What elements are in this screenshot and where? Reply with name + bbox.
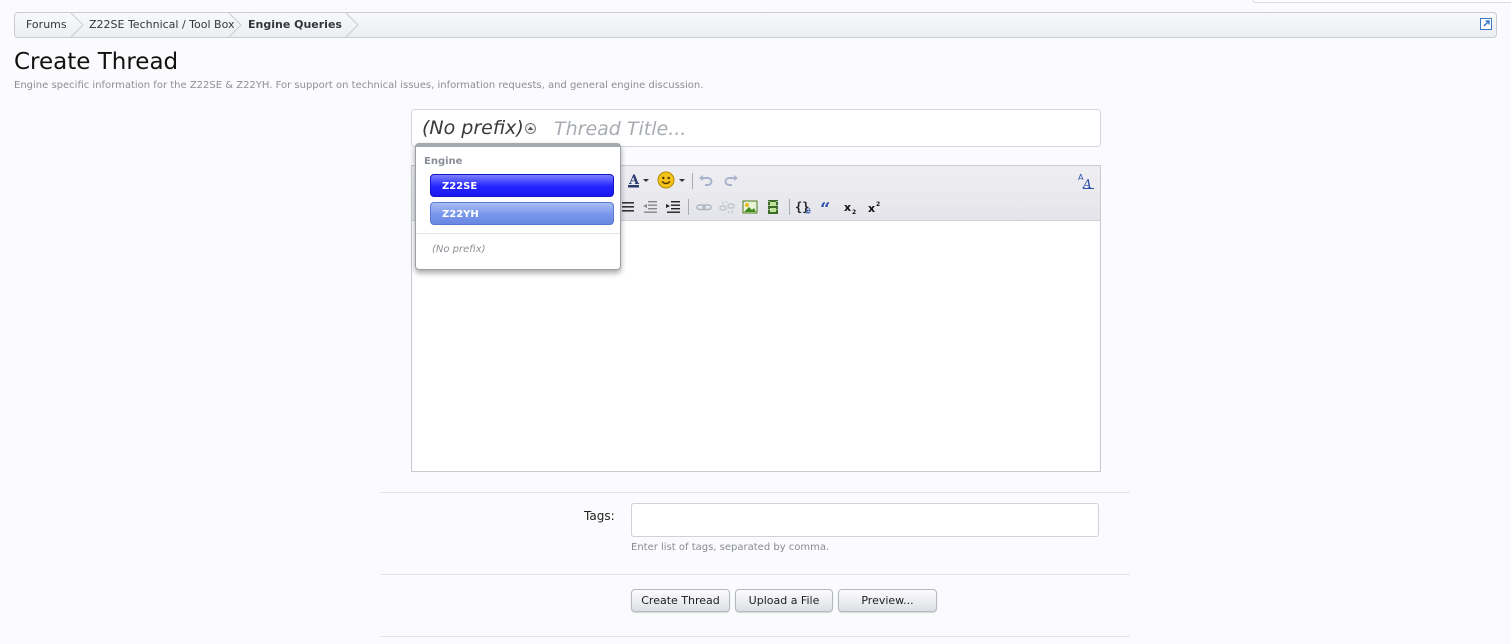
- page-description: Engine specific information for the Z22S…: [14, 80, 704, 91]
- prefix-selector[interactable]: (No prefix): [422, 117, 524, 139]
- tags-hint: Enter list of tags, separated by comma.: [631, 542, 830, 553]
- breadcrumb-separator: [346, 13, 359, 37]
- divider: [381, 636, 1130, 637]
- redo-icon[interactable]: [723, 172, 739, 188]
- tags-label: Tags:: [584, 509, 615, 523]
- prefix-option-z22se[interactable]: Z22SE: [430, 174, 614, 197]
- menu-group-label: Engine: [424, 156, 463, 167]
- preview-button[interactable]: Preview...: [838, 589, 937, 612]
- breadcrumb-z22se-technical[interactable]: Z22SE Technical / Tool Box: [89, 13, 234, 37]
- page-title: Create Thread: [14, 49, 179, 75]
- svg-text:“: “: [820, 199, 830, 215]
- svg-text:x: x: [844, 201, 851, 214]
- svg-text:2: 2: [852, 209, 856, 215]
- upload-file-button[interactable]: Upload a File: [735, 589, 833, 612]
- prefix-option-none[interactable]: (No prefix): [432, 244, 486, 255]
- chevron-down-icon[interactable]: [678, 172, 686, 188]
- link-icon[interactable]: [696, 199, 712, 215]
- tags-input[interactable]: [631, 503, 1099, 537]
- divider: [381, 574, 1130, 575]
- svg-text:x: x: [868, 202, 875, 215]
- breadcrumb-current[interactable]: Engine Queries: [248, 13, 342, 37]
- svg-text:#: #: [805, 207, 812, 215]
- prefix-menu: Engine Z22SE Z22YH (No prefix): [415, 143, 621, 270]
- breadcrumb-separator: [229, 13, 242, 37]
- breadcrumb-forums[interactable]: Forums: [26, 13, 67, 37]
- thread-title-box: (No prefix): [411, 109, 1101, 147]
- toolbar-separator: [688, 199, 689, 215]
- image-icon[interactable]: [742, 199, 758, 215]
- superscript-icon[interactable]: x 2: [867, 199, 883, 215]
- quote-icon[interactable]: “: [819, 199, 835, 215]
- indent-icon[interactable]: [665, 199, 681, 215]
- unlink-icon[interactable]: [719, 199, 735, 215]
- chevron-up-icon[interactable]: [525, 123, 536, 134]
- prefix-option-z22yh[interactable]: Z22YH: [430, 202, 614, 225]
- breadcrumb: Forums Z22SE Technical / Tool Box Engine…: [14, 12, 1497, 38]
- divider: [381, 492, 1130, 493]
- create-thread-button[interactable]: Create Thread: [631, 589, 730, 612]
- chevron-down-icon[interactable]: [642, 172, 650, 188]
- toolbar-separator: [789, 199, 790, 215]
- search-box-edge: [1252, 0, 1511, 3]
- subscript-icon[interactable]: x 2: [843, 199, 859, 215]
- media-icon[interactable]: [765, 199, 781, 215]
- toolbar-separator: [692, 173, 693, 189]
- svg-text:2: 2: [876, 201, 880, 208]
- font-color-icon[interactable]: A: [626, 172, 642, 188]
- smilie-icon[interactable]: [657, 171, 675, 189]
- toggle-editor-icon[interactable]: A A: [1077, 172, 1095, 190]
- undo-icon[interactable]: [698, 172, 714, 188]
- thread-title-input[interactable]: [552, 113, 1076, 145]
- outdent-icon[interactable]: [642, 199, 658, 215]
- menu-divider: [416, 233, 620, 234]
- list-icon[interactable]: [620, 199, 636, 215]
- code-icon[interactable]: {} #: [795, 199, 813, 215]
- popout-icon[interactable]: [1480, 18, 1492, 30]
- breadcrumb-separator: [71, 13, 84, 37]
